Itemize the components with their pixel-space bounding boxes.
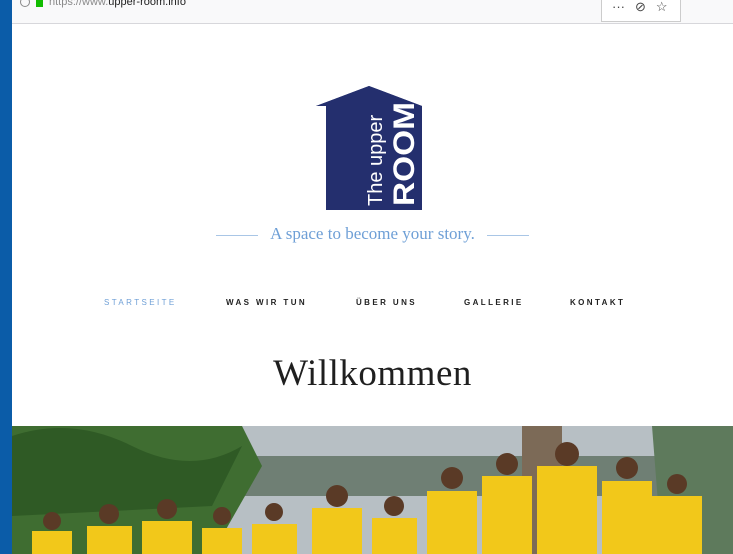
tagline-text: A space to become your story. — [270, 224, 475, 243]
logo-text-line2: ROOM — [388, 102, 421, 206]
url-prefix: https://www. — [49, 0, 109, 8]
logo-text-line1: The upper — [365, 114, 387, 206]
main-navigation: STARTSEITE WAS WIR TUN ÜBER UNS GALLERIE… — [12, 298, 733, 312]
browser-actions: ··· ⊘ ☆ — [601, 0, 681, 22]
bookmark-star-icon[interactable]: ☆ — [656, 0, 668, 15]
url-domain: upper-room.info — [108, 0, 186, 8]
group-photo-image — [12, 426, 733, 554]
browser-url-bar[interactable]: https://www.upper-room.info ··· ⊘ ☆ — [12, 0, 733, 24]
page-actions-menu-icon[interactable]: ··· — [612, 0, 625, 14]
upper-room-logo[interactable]: The upper ROOM — [316, 86, 422, 210]
tagline-divider-right — [486, 234, 529, 236]
url-display[interactable]: https://www.upper-room.info — [20, 0, 186, 11]
web-page: The upper ROOM A space to become your st… — [12, 24, 733, 554]
nav-item-gallerie[interactable]: GALLERIE — [464, 298, 524, 307]
tagline-divider-left — [216, 234, 259, 236]
secure-connection-icon[interactable] — [36, 0, 43, 7]
page-title: Willkommen — [273, 353, 472, 394]
nav-item-uber-uns[interactable]: ÜBER UNS — [356, 298, 417, 307]
info-icon[interactable] — [20, 0, 30, 7]
nav-item-was-wir-tun[interactable]: WAS WIR TUN — [226, 298, 307, 307]
site-tagline: A space to become your story. — [12, 224, 733, 244]
nav-item-startseite[interactable]: STARTSEITE — [104, 298, 177, 307]
nav-item-kontakt[interactable]: KONTAKT — [570, 298, 625, 307]
pocket-icon[interactable]: ⊘ — [635, 0, 646, 15]
hero-group-photo — [12, 426, 733, 554]
